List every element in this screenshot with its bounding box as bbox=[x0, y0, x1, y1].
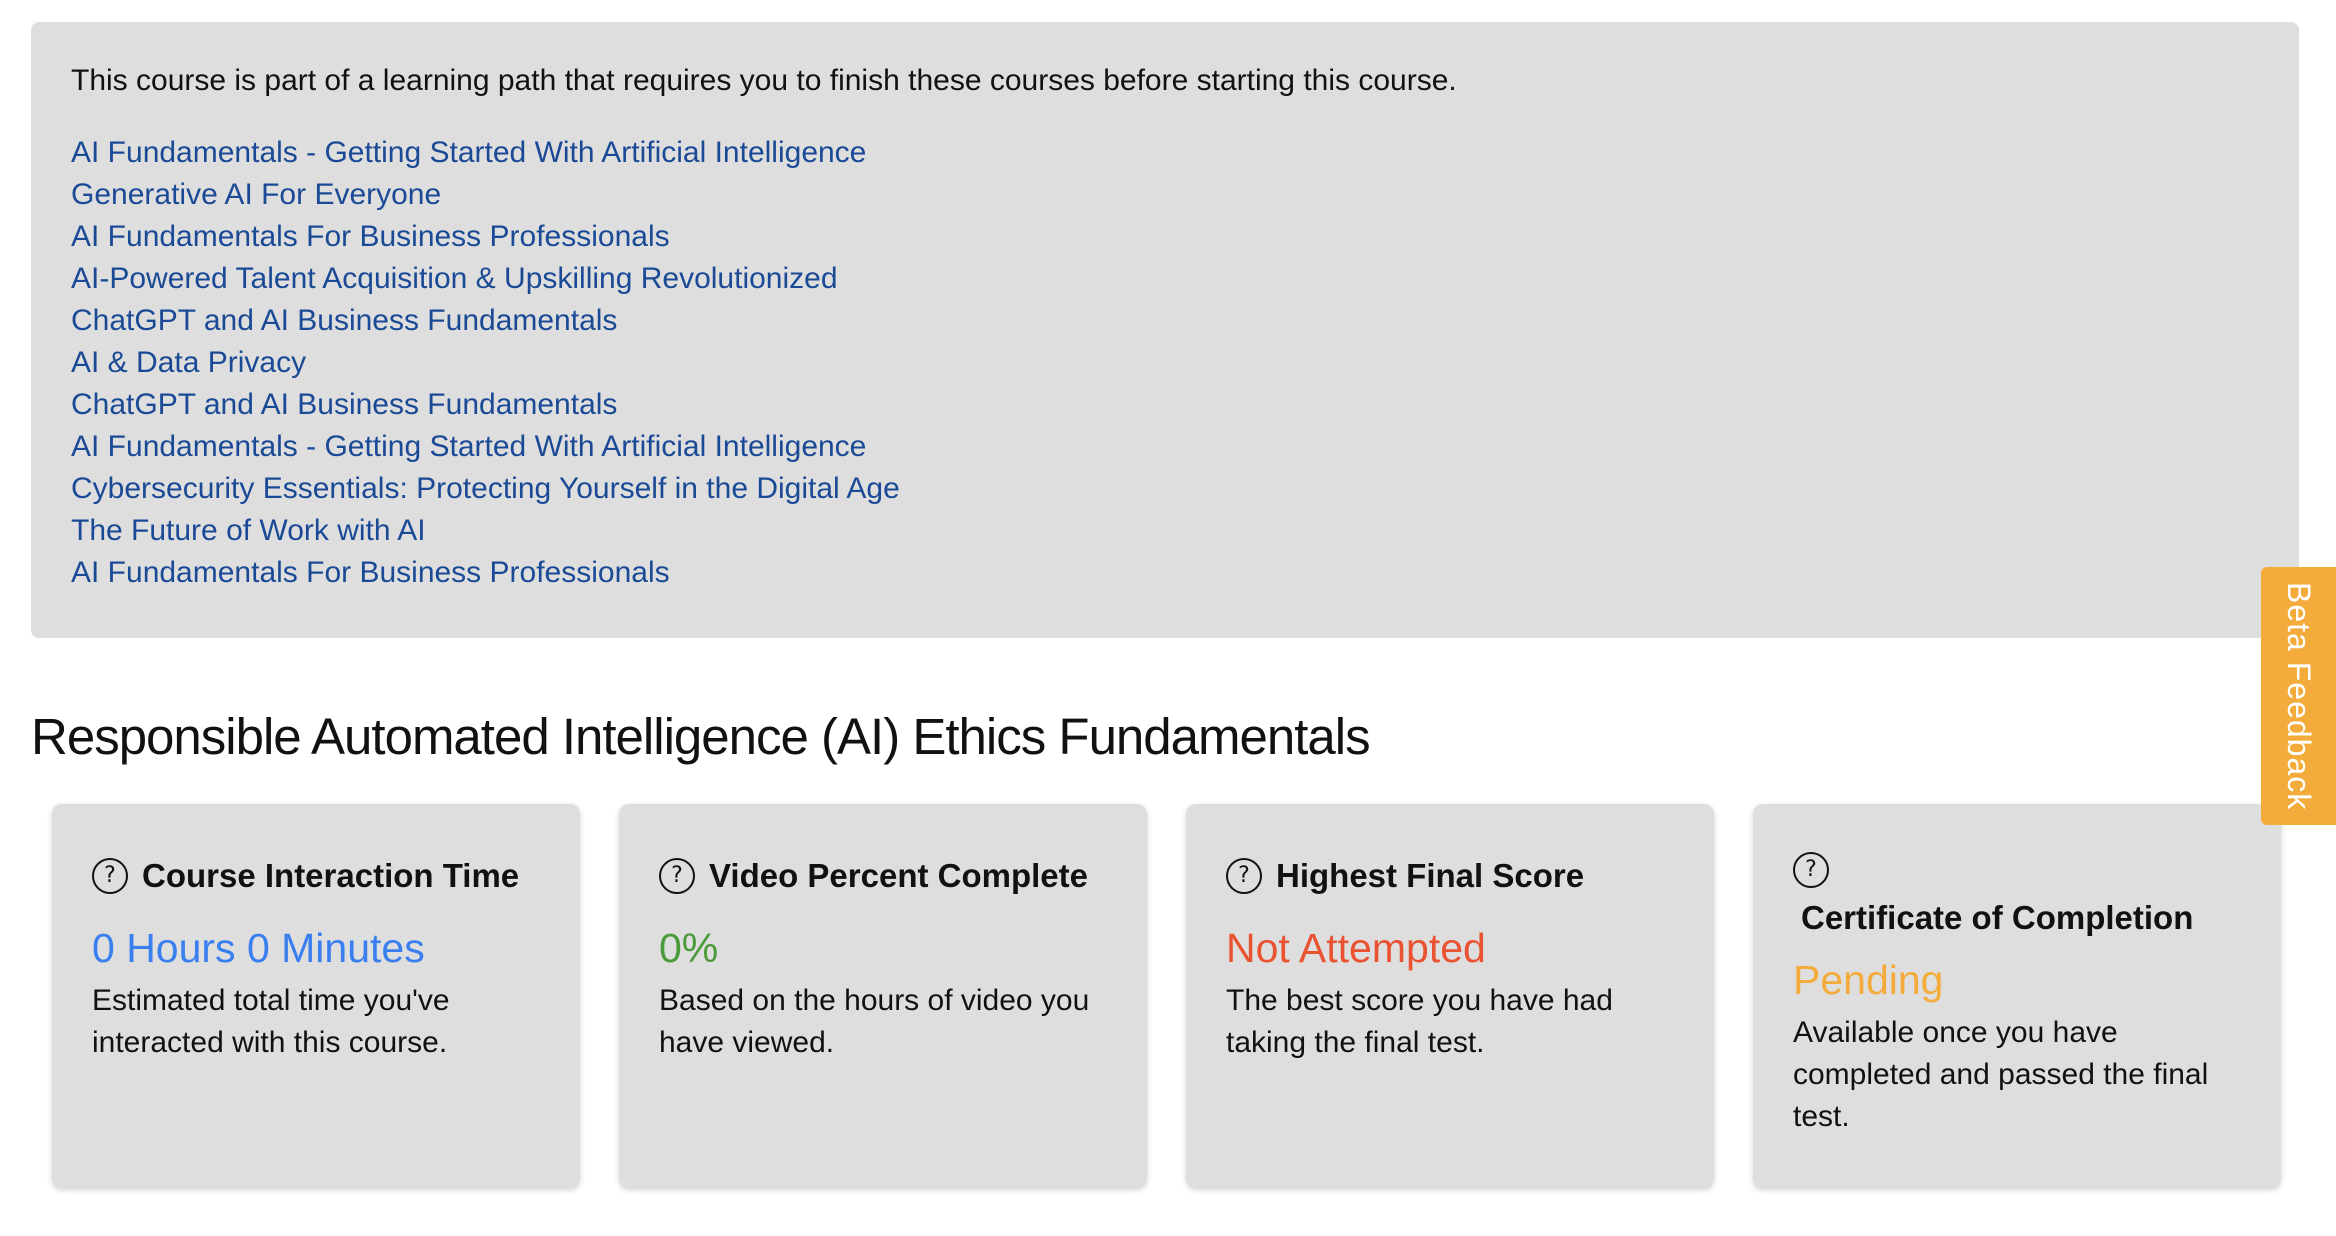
list-item: AI Fundamentals For Business Professiona… bbox=[71, 216, 2259, 258]
final-score-value: Not Attempted bbox=[1226, 925, 1486, 971]
card-header: ? Highest Final Score bbox=[1226, 852, 1684, 900]
card-header: ? Video Percent Complete bbox=[659, 852, 1117, 900]
list-item: ChatGPT and AI Business Fundamentals bbox=[71, 384, 2259, 426]
prerequisite-course-link[interactable]: The Future of Work with AI bbox=[71, 514, 426, 547]
beta-feedback-label: Beta Feedback bbox=[2281, 581, 2317, 811]
prerequisite-course-link[interactable]: Cybersecurity Essentials: Protecting You… bbox=[71, 472, 900, 505]
help-icon[interactable]: ? bbox=[1793, 852, 1829, 888]
help-icon[interactable]: ? bbox=[92, 858, 128, 894]
list-item: AI Fundamentals - Getting Started With A… bbox=[71, 132, 2259, 174]
final-score-card: ? Highest Final Score Not Attempted The … bbox=[1186, 804, 1714, 1188]
prerequisite-course-link[interactable]: AI Fundamentals For Business Professiona… bbox=[71, 556, 670, 589]
prerequisite-course-link[interactable]: ChatGPT and AI Business Fundamentals bbox=[71, 388, 617, 421]
interaction-time-card: ? Course Interaction Time 0 Hours 0 Minu… bbox=[52, 804, 580, 1188]
page-title: Responsible Automated Intelligence (AI) … bbox=[31, 708, 1371, 765]
card-title: Course Interaction Time bbox=[142, 857, 520, 894]
prerequisite-course-link[interactable]: AI & Data Privacy bbox=[71, 346, 306, 379]
prerequisite-intro: This course is part of a learning path t… bbox=[71, 64, 1457, 97]
card-description: The best score you have had taking the f… bbox=[1226, 984, 1613, 1059]
video-percent-card: ? Video Percent Complete 0% Based on the… bbox=[619, 804, 1147, 1188]
list-item: AI Fundamentals For Business Professiona… bbox=[71, 552, 2259, 594]
list-item: AI-Powered Talent Acquisition & Upskilli… bbox=[71, 258, 2259, 300]
list-item: Generative AI For Everyone bbox=[71, 174, 2259, 216]
help-icon[interactable]: ? bbox=[1226, 858, 1262, 894]
card-description: Estimated total time you've interacted w… bbox=[92, 984, 450, 1059]
interaction-time-value: 0 Hours 0 Minutes bbox=[92, 925, 425, 971]
list-item: Cybersecurity Essentials: Protecting You… bbox=[71, 468, 2259, 510]
prerequisite-course-link[interactable]: AI-Powered Talent Acquisition & Upskilli… bbox=[71, 262, 838, 295]
video-percent-value: 0% bbox=[659, 925, 719, 971]
list-item: AI & Data Privacy bbox=[71, 342, 2259, 384]
card-title: Certificate of Completion bbox=[1801, 899, 2194, 936]
list-item: The Future of Work with AI bbox=[71, 510, 2259, 552]
card-description: Based on the hours of video you have vie… bbox=[659, 984, 1090, 1059]
list-item: AI Fundamentals - Getting Started With A… bbox=[71, 426, 2259, 468]
prerequisite-course-link[interactable]: AI Fundamentals For Business Professiona… bbox=[71, 220, 670, 253]
certificate-card: ? Certificate of Completion Pending Avai… bbox=[1753, 804, 2281, 1188]
certificate-status-value: Pending bbox=[1793, 957, 1944, 1003]
help-icon[interactable]: ? bbox=[659, 858, 695, 894]
beta-feedback-tab[interactable]: Beta Feedback bbox=[2261, 567, 2336, 825]
card-description: Available once you have completed and pa… bbox=[1793, 1016, 2209, 1133]
list-item: ChatGPT and AI Business Fundamentals bbox=[71, 300, 2259, 342]
prerequisite-course-link[interactable]: AI Fundamentals - Getting Started With A… bbox=[71, 430, 866, 463]
card-header: ? Course Interaction Time bbox=[92, 852, 550, 900]
prerequisite-course-link[interactable]: ChatGPT and AI Business Fundamentals bbox=[71, 304, 617, 337]
prerequisite-course-list: AI Fundamentals - Getting Started With A… bbox=[71, 132, 2259, 594]
prerequisite-notice: This course is part of a learning path t… bbox=[31, 22, 2299, 638]
prerequisite-course-link[interactable]: Generative AI For Everyone bbox=[71, 178, 441, 211]
card-header: ? Certificate of Completion bbox=[1793, 852, 2251, 942]
prerequisite-course-link[interactable]: AI Fundamentals - Getting Started With A… bbox=[71, 136, 866, 169]
card-title: Video Percent Complete bbox=[709, 857, 1089, 894]
card-title: Highest Final Score bbox=[1276, 857, 1585, 894]
